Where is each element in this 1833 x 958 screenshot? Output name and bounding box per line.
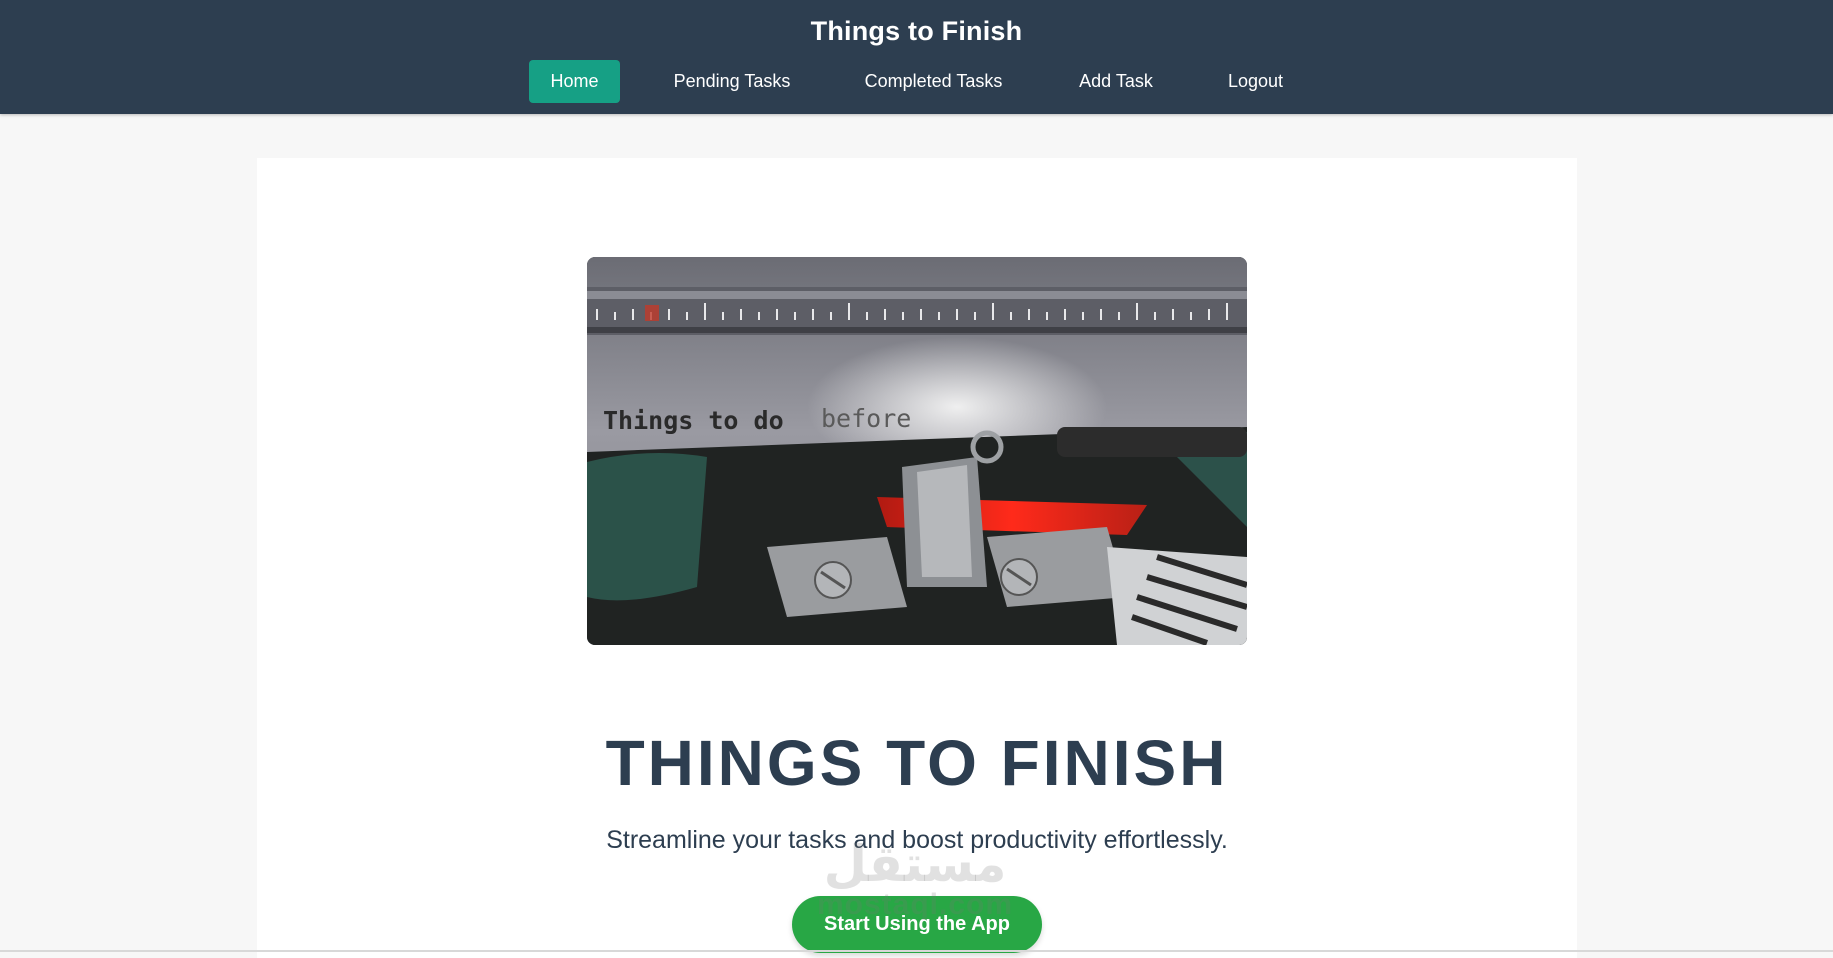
top-header: Things to Finish Home Pending Tasks Comp… — [0, 0, 1833, 114]
main-nav: Home Pending Tasks Completed Tasks Add T… — [0, 60, 1833, 103]
nav-add-task-link[interactable]: Add Task — [1070, 60, 1162, 103]
hero-subtitle: Streamline your tasks and boost producti… — [606, 826, 1228, 854]
nav-completed-tasks-link[interactable]: Completed Tasks — [856, 60, 1011, 103]
site-title: Things to Finish — [810, 16, 1023, 46]
hero-title: THINGS TO FINISH — [605, 727, 1229, 799]
nav-logout-link[interactable]: Logout — [1218, 60, 1293, 103]
typewriter-hero-image: Things to do before — [587, 257, 1247, 645]
start-using-app-button[interactable]: Start Using the App — [792, 896, 1042, 953]
hero-card: Things to do before THINGS TO FINISH Str… — [257, 158, 1577, 958]
nav-home-link[interactable]: Home — [529, 60, 620, 103]
nav-pending-tasks-link[interactable]: Pending Tasks — [666, 60, 798, 103]
svg-text:before: before — [821, 404, 911, 433]
typed-text-graphic: Things to do — [603, 406, 784, 435]
